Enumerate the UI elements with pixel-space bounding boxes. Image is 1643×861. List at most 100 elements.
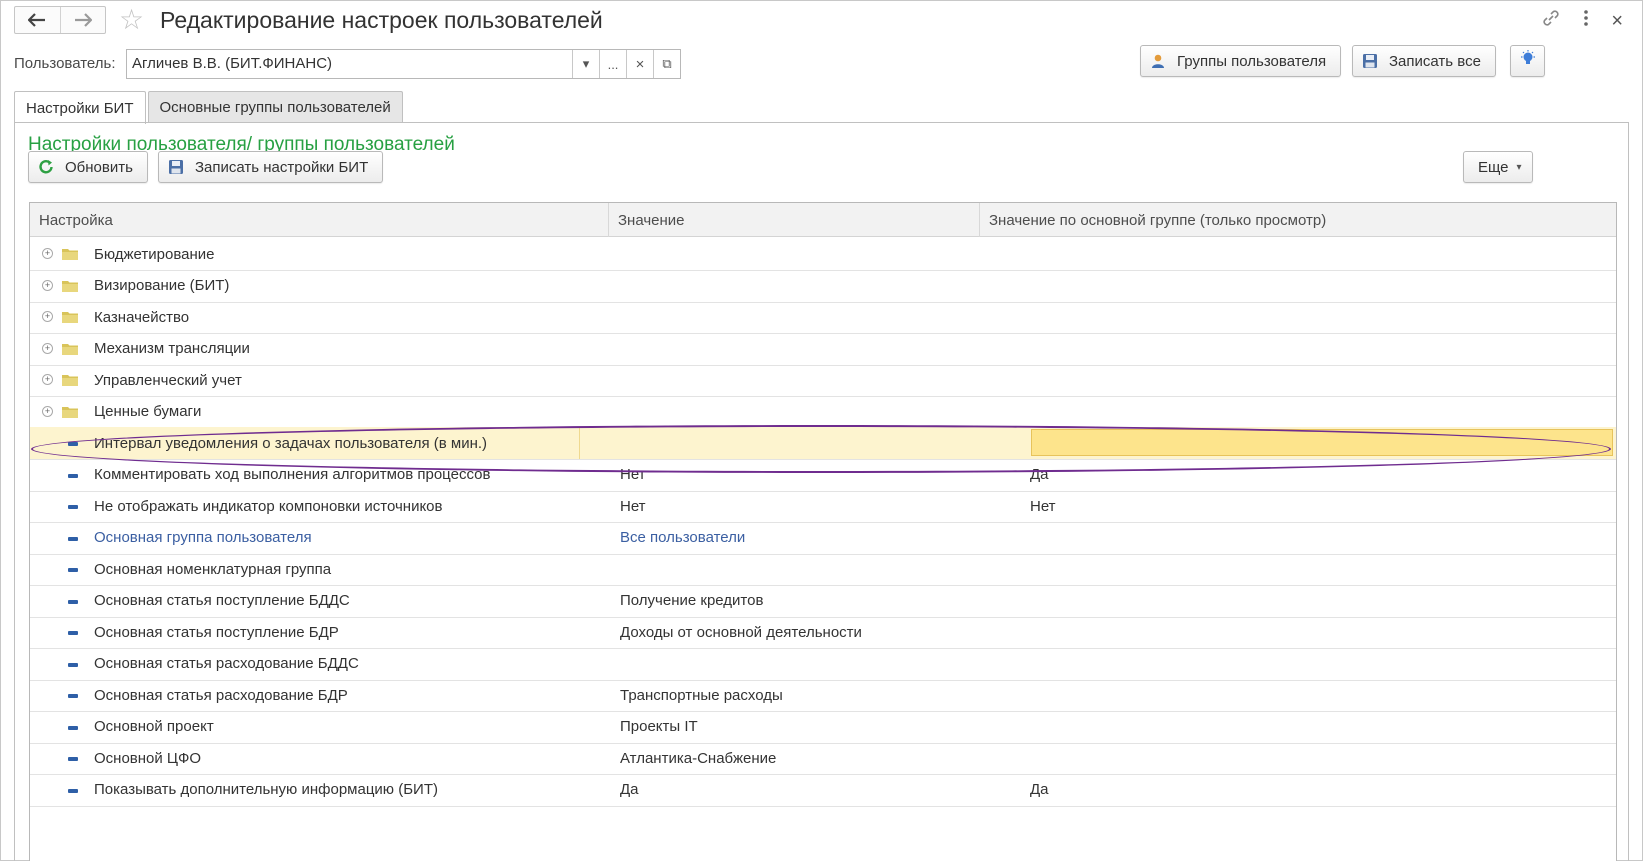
folder-icon: [62, 280, 78, 292]
setting-row[interactable]: Основная статья расходование БДДС: [30, 648, 1616, 681]
column-setting[interactable]: Настройка: [30, 203, 608, 237]
setting-value[interactable]: Нет: [620, 459, 646, 491]
tab-main-user-groups[interactable]: Основные группы пользователей: [147, 91, 403, 123]
chevron-down-icon: ▾: [1516, 161, 1522, 173]
setting-item-icon: [68, 599, 78, 604]
folder-icon: [62, 406, 78, 418]
folder-icon: [62, 249, 78, 260]
setting-row[interactable]: Основной ЦФО Атлантика-Снабжение: [30, 742, 1616, 775]
save-all-button[interactable]: Записать все: [1352, 45, 1496, 77]
setting-row[interactable]: Не отображать индикатор компоновки источ…: [30, 490, 1616, 523]
refresh-label: Обновить: [65, 158, 133, 176]
column-value[interactable]: Значение: [608, 203, 979, 237]
expand-icon[interactable]: +: [42, 342, 53, 354]
setting-value[interactable]: Транспортные расходы: [620, 679, 783, 711]
setting-value[interactable]: Доходы от основной деятельности: [620, 616, 862, 648]
setting-item-icon: [68, 725, 78, 730]
setting-value[interactable]: Все пользователи: [620, 522, 745, 554]
setting-row[interactable]: Основная номенклатурная группа: [30, 553, 1616, 586]
more-vertical-icon[interactable]: [1583, 9, 1589, 32]
setting-item-icon: [68, 536, 78, 541]
save-all-label: Записать все: [1389, 52, 1481, 70]
user-clear-button[interactable]: ×: [626, 50, 653, 78]
user-groups-label: Группы пользователя: [1177, 52, 1327, 70]
group-row[interactable]: + Бюджетирование: [30, 238, 1616, 271]
setting-value[interactable]: Атлантика-Снабжение: [620, 742, 776, 774]
setting-item-icon: [68, 788, 78, 793]
more-button[interactable]: Еще ▾: [1463, 151, 1533, 183]
expand-icon[interactable]: +: [42, 279, 53, 291]
setting-name: Не отображать индикатор компоновки источ…: [94, 497, 443, 515]
expand-icon[interactable]: +: [42, 374, 53, 385]
link-icon[interactable]: [1541, 8, 1561, 33]
refresh-button[interactable]: Обновить: [28, 151, 148, 183]
setting-name: Основная статья поступление БДДС: [94, 592, 350, 609]
expand-icon[interactable]: +: [42, 311, 53, 322]
tab-bit-settings[interactable]: Настройки БИТ: [14, 91, 146, 124]
group-row[interactable]: + Казначейство: [30, 301, 1616, 334]
setting-row[interactable]: Показывать дополнительную информацию (БИ…: [30, 774, 1616, 807]
forward-button[interactable]: [59, 7, 106, 33]
group-row[interactable]: + Управленческий учет: [30, 364, 1616, 397]
expand-icon[interactable]: +: [42, 405, 53, 417]
open-window-icon: ⧉: [662, 56, 672, 71]
setting-item-icon: [68, 473, 78, 478]
tab-bar: Настройки БИТ Основные группы пользовате…: [14, 91, 405, 124]
setting-name: Основная номенклатурная группа: [94, 560, 332, 578]
ellipsis-icon: ...: [607, 56, 619, 72]
setting-name: Основной проект: [94, 718, 214, 735]
expand-icon[interactable]: +: [42, 248, 53, 259]
setting-item-icon: [68, 694, 78, 698]
setting-row[interactable]: Основная статья расходование БДР Транспор…: [30, 679, 1616, 712]
setting-item-icon: [68, 505, 78, 509]
user-field-value[interactable]: Агличев В.В. (БИТ.ФИНАНС): [132, 55, 332, 72]
user-dropdown-button[interactable]: ▾: [572, 50, 599, 78]
setting-row[interactable]: Интервал уведомления о задачах пользоват…: [30, 427, 1616, 460]
nav-buttons: [14, 6, 106, 34]
user-field[interactable]: Агличев В.В. (БИТ.ФИНАНС) ▾ ... × ⧉: [126, 49, 681, 79]
save-bit-settings-button[interactable]: Записать настройки БИТ: [158, 151, 384, 183]
user-open-button[interactable]: ⧉: [653, 50, 680, 78]
setting-group-value: Да: [1030, 466, 1049, 483]
setting-value[interactable]: Получение кредитов: [620, 585, 763, 617]
refresh-icon: [37, 158, 55, 176]
setting-value[interactable]: Проекты IT: [620, 711, 698, 743]
close-icon[interactable]: ×: [1611, 10, 1623, 32]
setting-name: Бюджетирование: [94, 245, 215, 263]
setting-name[interactable]: Основная группа пользователя: [94, 522, 312, 554]
group-row[interactable]: + Механизм трансляции: [30, 333, 1616, 366]
grid-header: Настройка Значение Значение по основной …: [30, 203, 1616, 237]
setting-item-icon: [68, 757, 78, 761]
tips-button[interactable]: [1510, 45, 1545, 77]
setting-group-value: Да: [1030, 781, 1049, 798]
title-actions: ×: [1541, 8, 1623, 33]
folder-icon: [62, 343, 78, 355]
setting-row[interactable]: Основная статья поступление БДДС Получени…: [30, 585, 1616, 618]
setting-item-icon: [68, 568, 78, 572]
column-group-value[interactable]: Значение по основной группе (только прос…: [979, 203, 1618, 237]
setting-value[interactable]: [579, 427, 959, 459]
setting-item-icon: [68, 631, 78, 635]
page-title: Редактирование настроек пользователей: [160, 7, 603, 33]
setting-name: Основная статья расходование БДДС: [94, 655, 359, 672]
setting-row[interactable]: Основной проект Проекты IT: [30, 711, 1616, 744]
group-value-cell-highlight[interactable]: [1031, 429, 1613, 456]
setting-name: Казначейство: [94, 308, 190, 326]
setting-row[interactable]: Основная статья поступление БДР Доходы от…: [30, 616, 1616, 649]
setting-value[interactable]: Нет: [620, 490, 646, 522]
setting-value[interactable]: Да: [620, 774, 639, 806]
back-button[interactable]: [15, 7, 60, 33]
setting-item-icon: [68, 662, 78, 667]
lightbulb-icon: [1520, 50, 1536, 72]
favorite-star-icon[interactable]: ☆: [119, 4, 144, 36]
group-row[interactable]: + Визирование (БИТ): [30, 270, 1616, 303]
setting-name: Основной ЦФО: [94, 749, 202, 767]
group-row[interactable]: + Ценные бумаги: [30, 396, 1616, 429]
folder-icon: [62, 375, 78, 386]
setting-row[interactable]: Комментировать ход выполнения алгоритмов…: [30, 459, 1616, 492]
setting-item-icon: [68, 442, 78, 446]
setting-name: Ценные бумаги: [94, 403, 202, 420]
setting-row[interactable]: Основная группа пользователя Все пользова…: [30, 522, 1616, 555]
user-choose-button[interactable]: ...: [599, 50, 626, 78]
user-groups-button[interactable]: Группы пользователя: [1140, 45, 1342, 77]
